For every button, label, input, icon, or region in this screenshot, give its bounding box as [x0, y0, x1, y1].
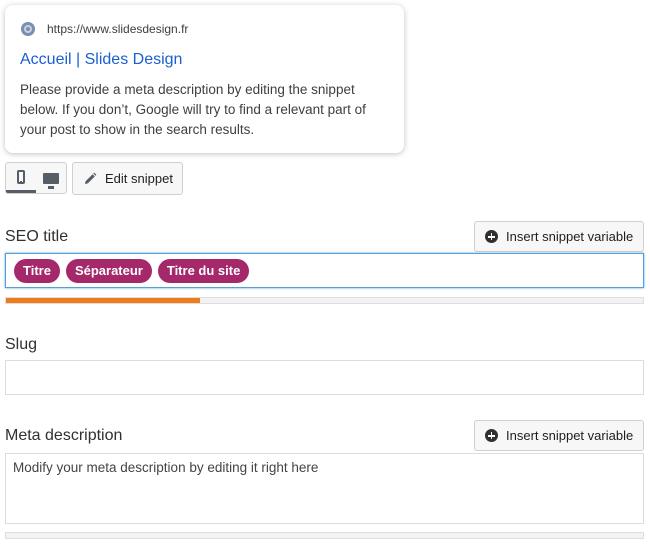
- seo-title-insert-variable-button[interactable]: Insert snippet variable: [474, 221, 644, 252]
- snippet-title[interactable]: Accueil | Slides Design: [20, 51, 182, 69]
- variable-pill-titre[interactable]: Titre: [14, 258, 60, 283]
- meta-description-input[interactable]: Modify your meta description by editing …: [5, 453, 644, 524]
- snippet-url: https://www.slidesdesign.fr: [47, 22, 189, 36]
- snippet-preview-card: https://www.slidesdesign.fr Accueil | Sl…: [5, 5, 404, 153]
- slug-input[interactable]: [5, 360, 644, 395]
- desktop-preview-button[interactable]: [36, 163, 66, 193]
- meta-description-label: Meta description: [5, 427, 123, 444]
- slug-label: Slug: [5, 336, 38, 353]
- seo-title-label: SEO title: [5, 228, 69, 245]
- edit-snippet-button[interactable]: Edit snippet: [72, 162, 183, 195]
- plus-circle-icon: [485, 429, 498, 442]
- plus-circle-icon: [485, 230, 498, 243]
- pencil-icon: [83, 172, 97, 186]
- preview-mode-switch: [5, 162, 67, 194]
- snippet-description: Please provide a meta description by edi…: [20, 82, 366, 137]
- mobile-preview-button[interactable]: [6, 163, 36, 193]
- snippet-url-row: https://www.slidesdesign.fr: [21, 22, 188, 36]
- seo-title-progress-fill: [6, 298, 201, 303]
- meta-description-progress-bar: [5, 532, 644, 539]
- seo-title-input[interactable]: Titre Séparateur Titre du site: [5, 253, 644, 288]
- desktop-icon: [43, 173, 59, 189]
- variable-pill-separateur[interactable]: Séparateur: [65, 258, 152, 283]
- meta-description-insert-variable-button[interactable]: Insert snippet variable: [474, 420, 644, 451]
- insert-variable-label: Insert snippet variable: [506, 428, 634, 443]
- mobile-icon: [17, 169, 25, 184]
- seo-title-progress-bar: [5, 297, 644, 304]
- variable-pill-titre-du-site[interactable]: Titre du site: [157, 258, 250, 283]
- insert-variable-label: Insert snippet variable: [506, 229, 634, 244]
- edit-snippet-label: Edit snippet: [105, 171, 173, 186]
- globe-icon: [21, 22, 35, 36]
